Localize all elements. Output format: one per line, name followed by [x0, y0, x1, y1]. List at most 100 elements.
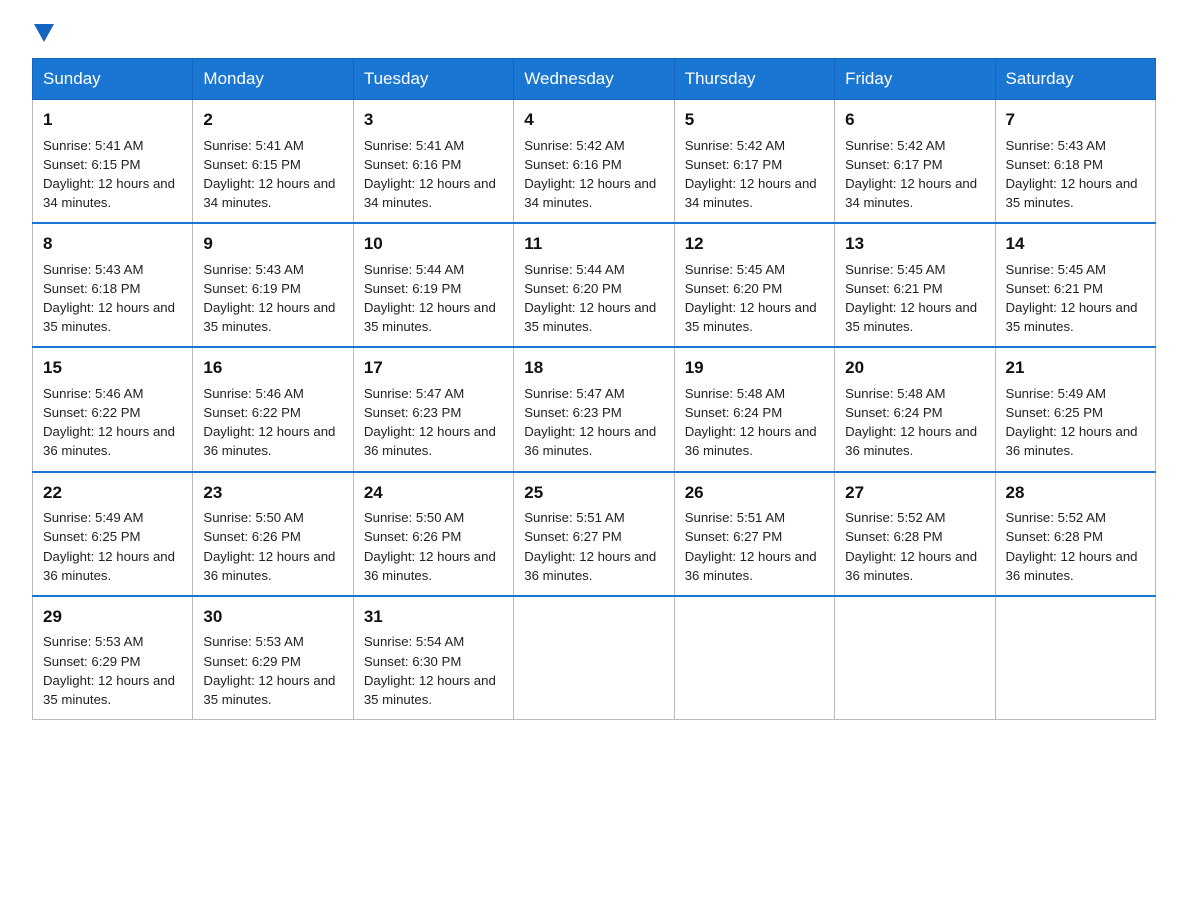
day-cell-7: 7 Sunrise: 5:43 AM Sunset: 6:18 PM Dayli… [995, 100, 1155, 224]
day-cell-25: 25 Sunrise: 5:51 AM Sunset: 6:27 PM Dayl… [514, 472, 674, 596]
week-row-4: 22 Sunrise: 5:49 AM Sunset: 6:25 PM Dayl… [33, 472, 1156, 596]
dow-header-wednesday: Wednesday [514, 59, 674, 100]
calendar-body: 1 Sunrise: 5:41 AM Sunset: 6:15 PM Dayli… [33, 100, 1156, 720]
logo-text [32, 24, 54, 40]
day-number: 11 [524, 232, 663, 257]
day-info: Sunrise: 5:50 AM Sunset: 6:26 PM Dayligh… [203, 508, 342, 585]
day-info: Sunrise: 5:45 AM Sunset: 6:21 PM Dayligh… [845, 260, 984, 337]
day-cell-18: 18 Sunrise: 5:47 AM Sunset: 6:23 PM Dayl… [514, 347, 674, 471]
day-cell-30: 30 Sunrise: 5:53 AM Sunset: 6:29 PM Dayl… [193, 596, 353, 720]
day-cell-3: 3 Sunrise: 5:41 AM Sunset: 6:16 PM Dayli… [353, 100, 513, 224]
day-info: Sunrise: 5:46 AM Sunset: 6:22 PM Dayligh… [43, 384, 182, 461]
day-number: 13 [845, 232, 984, 257]
day-number: 10 [364, 232, 503, 257]
day-info: Sunrise: 5:51 AM Sunset: 6:27 PM Dayligh… [524, 508, 663, 585]
day-info: Sunrise: 5:43 AM Sunset: 6:18 PM Dayligh… [43, 260, 182, 337]
day-number: 8 [43, 232, 182, 257]
day-number: 7 [1006, 108, 1145, 133]
day-cell-4: 4 Sunrise: 5:42 AM Sunset: 6:16 PM Dayli… [514, 100, 674, 224]
day-cell-16: 16 Sunrise: 5:46 AM Sunset: 6:22 PM Dayl… [193, 347, 353, 471]
day-cell-19: 19 Sunrise: 5:48 AM Sunset: 6:24 PM Dayl… [674, 347, 834, 471]
day-info: Sunrise: 5:51 AM Sunset: 6:27 PM Dayligh… [685, 508, 824, 585]
page: SundayMondayTuesdayWednesdayThursdayFrid… [0, 0, 1188, 752]
day-number: 19 [685, 356, 824, 381]
day-number: 24 [364, 481, 503, 506]
dow-header-saturday: Saturday [995, 59, 1155, 100]
day-info: Sunrise: 5:46 AM Sunset: 6:22 PM Dayligh… [203, 384, 342, 461]
dow-header-sunday: Sunday [33, 59, 193, 100]
day-number: 18 [524, 356, 663, 381]
dow-header-monday: Monday [193, 59, 353, 100]
day-info: Sunrise: 5:42 AM Sunset: 6:17 PM Dayligh… [845, 136, 984, 213]
week-row-5: 29 Sunrise: 5:53 AM Sunset: 6:29 PM Dayl… [33, 596, 1156, 720]
day-number: 22 [43, 481, 182, 506]
day-cell-28: 28 Sunrise: 5:52 AM Sunset: 6:28 PM Dayl… [995, 472, 1155, 596]
week-row-3: 15 Sunrise: 5:46 AM Sunset: 6:22 PM Dayl… [33, 347, 1156, 471]
day-info: Sunrise: 5:45 AM Sunset: 6:21 PM Dayligh… [1006, 260, 1145, 337]
day-info: Sunrise: 5:49 AM Sunset: 6:25 PM Dayligh… [1006, 384, 1145, 461]
day-number: 2 [203, 108, 342, 133]
day-info: Sunrise: 5:53 AM Sunset: 6:29 PM Dayligh… [203, 632, 342, 709]
day-number: 1 [43, 108, 182, 133]
header [32, 24, 1156, 40]
day-of-week-row: SundayMondayTuesdayWednesdayThursdayFrid… [33, 59, 1156, 100]
day-info: Sunrise: 5:49 AM Sunset: 6:25 PM Dayligh… [43, 508, 182, 585]
day-number: 5 [685, 108, 824, 133]
day-number: 28 [1006, 481, 1145, 506]
day-cell-27: 27 Sunrise: 5:52 AM Sunset: 6:28 PM Dayl… [835, 472, 995, 596]
day-cell-15: 15 Sunrise: 5:46 AM Sunset: 6:22 PM Dayl… [33, 347, 193, 471]
day-cell-11: 11 Sunrise: 5:44 AM Sunset: 6:20 PM Dayl… [514, 223, 674, 347]
day-cell-29: 29 Sunrise: 5:53 AM Sunset: 6:29 PM Dayl… [33, 596, 193, 720]
day-number: 25 [524, 481, 663, 506]
dow-header-friday: Friday [835, 59, 995, 100]
day-info: Sunrise: 5:48 AM Sunset: 6:24 PM Dayligh… [685, 384, 824, 461]
calendar-table: SundayMondayTuesdayWednesdayThursdayFrid… [32, 58, 1156, 720]
day-info: Sunrise: 5:43 AM Sunset: 6:19 PM Dayligh… [203, 260, 342, 337]
day-number: 30 [203, 605, 342, 630]
day-cell-12: 12 Sunrise: 5:45 AM Sunset: 6:20 PM Dayl… [674, 223, 834, 347]
day-info: Sunrise: 5:52 AM Sunset: 6:28 PM Dayligh… [845, 508, 984, 585]
empty-cell [674, 596, 834, 720]
day-info: Sunrise: 5:54 AM Sunset: 6:30 PM Dayligh… [364, 632, 503, 709]
empty-cell [835, 596, 995, 720]
dow-header-tuesday: Tuesday [353, 59, 513, 100]
day-number: 14 [1006, 232, 1145, 257]
day-number: 29 [43, 605, 182, 630]
logo-triangle-icon [34, 24, 54, 42]
day-info: Sunrise: 5:43 AM Sunset: 6:18 PM Dayligh… [1006, 136, 1145, 213]
day-cell-5: 5 Sunrise: 5:42 AM Sunset: 6:17 PM Dayli… [674, 100, 834, 224]
empty-cell [995, 596, 1155, 720]
day-number: 3 [364, 108, 503, 133]
day-info: Sunrise: 5:42 AM Sunset: 6:17 PM Dayligh… [685, 136, 824, 213]
day-cell-8: 8 Sunrise: 5:43 AM Sunset: 6:18 PM Dayli… [33, 223, 193, 347]
day-number: 26 [685, 481, 824, 506]
day-info: Sunrise: 5:47 AM Sunset: 6:23 PM Dayligh… [364, 384, 503, 461]
logo [32, 24, 54, 40]
day-info: Sunrise: 5:50 AM Sunset: 6:26 PM Dayligh… [364, 508, 503, 585]
day-cell-24: 24 Sunrise: 5:50 AM Sunset: 6:26 PM Dayl… [353, 472, 513, 596]
week-row-1: 1 Sunrise: 5:41 AM Sunset: 6:15 PM Dayli… [33, 100, 1156, 224]
day-cell-21: 21 Sunrise: 5:49 AM Sunset: 6:25 PM Dayl… [995, 347, 1155, 471]
day-info: Sunrise: 5:44 AM Sunset: 6:19 PM Dayligh… [364, 260, 503, 337]
day-cell-10: 10 Sunrise: 5:44 AM Sunset: 6:19 PM Dayl… [353, 223, 513, 347]
day-number: 21 [1006, 356, 1145, 381]
day-cell-13: 13 Sunrise: 5:45 AM Sunset: 6:21 PM Dayl… [835, 223, 995, 347]
day-number: 20 [845, 356, 984, 381]
empty-cell [514, 596, 674, 720]
week-row-2: 8 Sunrise: 5:43 AM Sunset: 6:18 PM Dayli… [33, 223, 1156, 347]
day-cell-31: 31 Sunrise: 5:54 AM Sunset: 6:30 PM Dayl… [353, 596, 513, 720]
day-cell-22: 22 Sunrise: 5:49 AM Sunset: 6:25 PM Dayl… [33, 472, 193, 596]
day-info: Sunrise: 5:41 AM Sunset: 6:16 PM Dayligh… [364, 136, 503, 213]
day-cell-9: 9 Sunrise: 5:43 AM Sunset: 6:19 PM Dayli… [193, 223, 353, 347]
day-number: 6 [845, 108, 984, 133]
day-cell-20: 20 Sunrise: 5:48 AM Sunset: 6:24 PM Dayl… [835, 347, 995, 471]
day-info: Sunrise: 5:41 AM Sunset: 6:15 PM Dayligh… [43, 136, 182, 213]
day-info: Sunrise: 5:48 AM Sunset: 6:24 PM Dayligh… [845, 384, 984, 461]
day-cell-14: 14 Sunrise: 5:45 AM Sunset: 6:21 PM Dayl… [995, 223, 1155, 347]
day-info: Sunrise: 5:52 AM Sunset: 6:28 PM Dayligh… [1006, 508, 1145, 585]
day-info: Sunrise: 5:47 AM Sunset: 6:23 PM Dayligh… [524, 384, 663, 461]
day-number: 27 [845, 481, 984, 506]
day-number: 31 [364, 605, 503, 630]
day-number: 17 [364, 356, 503, 381]
day-number: 9 [203, 232, 342, 257]
